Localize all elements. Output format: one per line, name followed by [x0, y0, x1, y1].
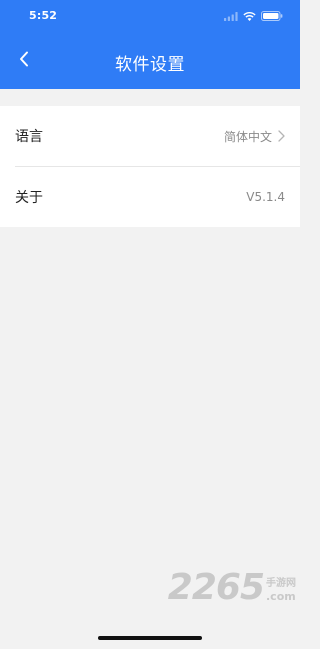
signal-icon [224, 11, 238, 21]
settings-row-language[interactable]: 语言 简体中文 [0, 106, 300, 167]
wifi-icon [243, 11, 256, 21]
status-time: 5:52 [29, 9, 58, 22]
row-value-version: V5.1.4 [246, 189, 285, 204]
watermark-side: 手游网 .com [266, 578, 296, 604]
row-value-language: 简体中文 [223, 129, 272, 144]
header: 5:52 软件设置 [0, 0, 300, 89]
row-label-about: 关于 [15, 189, 43, 206]
status-bar: 5:52 [0, 0, 300, 34]
row-label-language: 语言 [15, 129, 43, 145]
battery-icon [261, 11, 283, 21]
watermark-com: .com [266, 590, 296, 603]
chevron-right-icon [278, 130, 285, 142]
settings-screen: 5:52 软件设置 语言 简体中文 关于 V5.1.4 2265 手游网 .co… [0, 0, 300, 649]
watermark-cn: 手游网 [266, 578, 296, 589]
row-right-about: V5.1.4 [246, 190, 285, 204]
home-indicator [98, 636, 202, 640]
watermark-digits: 2265 [167, 567, 265, 608]
row-right-language: 简体中文 [224, 128, 285, 145]
nav-bar: 软件设置 [0, 34, 300, 89]
status-icons [224, 11, 283, 21]
watermark-logo: 2265 手游网 .com [168, 568, 296, 608]
settings-list: 语言 简体中文 关于 V5.1.4 [0, 106, 300, 227]
page-title: 软件设置 [115, 55, 185, 75]
settings-row-about[interactable]: 关于 V5.1.4 [0, 166, 300, 227]
